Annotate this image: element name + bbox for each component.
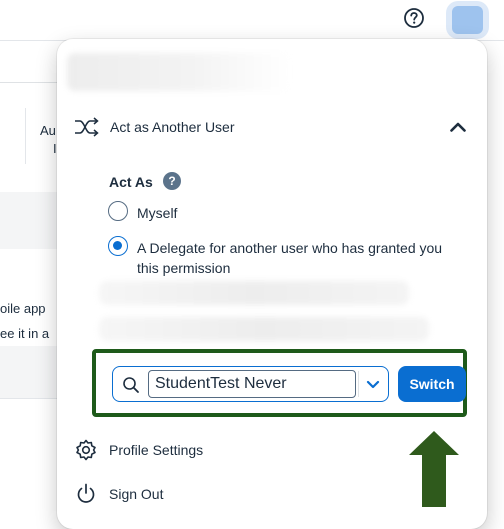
section-title: Act as Another User xyxy=(110,119,235,135)
user-search-combobox[interactable] xyxy=(112,366,389,402)
sign-out-item[interactable]: Sign Out xyxy=(74,479,374,509)
gear-icon xyxy=(76,439,96,461)
background-card xyxy=(0,82,59,194)
redacted-info-text xyxy=(99,281,409,305)
radio-button[interactable] xyxy=(108,201,128,221)
shuffle-icon xyxy=(75,117,99,137)
radio-label: A Delegate for another user who has gran… xyxy=(137,240,443,276)
background-band xyxy=(0,192,60,249)
switch-button[interactable]: Switch xyxy=(398,366,466,402)
profile-settings-item[interactable]: Profile Settings xyxy=(74,435,374,465)
radio-button[interactable] xyxy=(108,236,128,256)
chevron-up-icon[interactable] xyxy=(448,117,468,137)
combo-divider xyxy=(358,371,359,397)
act-as-label: Act As xyxy=(109,174,153,190)
background-divider xyxy=(0,398,60,399)
user-search-input[interactable] xyxy=(148,370,356,398)
background-text: Au xyxy=(40,123,56,138)
act-as-another-user-header[interactable]: Act as Another User xyxy=(74,111,474,143)
arrow-up-icon xyxy=(409,431,459,507)
redacted-info-text xyxy=(99,317,429,341)
power-icon xyxy=(77,483,95,503)
radio-label: Myself xyxy=(137,205,178,221)
search-icon xyxy=(123,377,139,393)
background-text: ee it in a xyxy=(0,326,50,341)
question-circle-icon[interactable]: ? xyxy=(163,172,181,190)
user-search-highlight: Switch xyxy=(92,349,467,417)
top-bar xyxy=(0,0,504,40)
avatar[interactable] xyxy=(452,6,483,34)
redacted-user-name xyxy=(67,53,292,91)
chevron-down-icon[interactable] xyxy=(364,375,382,393)
background-text: oile app xyxy=(0,301,46,316)
background-card-divider xyxy=(25,108,26,164)
menu-item-label: Profile Settings xyxy=(109,442,204,458)
menu-item-label: Sign Out xyxy=(109,486,164,502)
background-band xyxy=(0,346,60,398)
question-circle-icon[interactable] xyxy=(403,7,425,29)
